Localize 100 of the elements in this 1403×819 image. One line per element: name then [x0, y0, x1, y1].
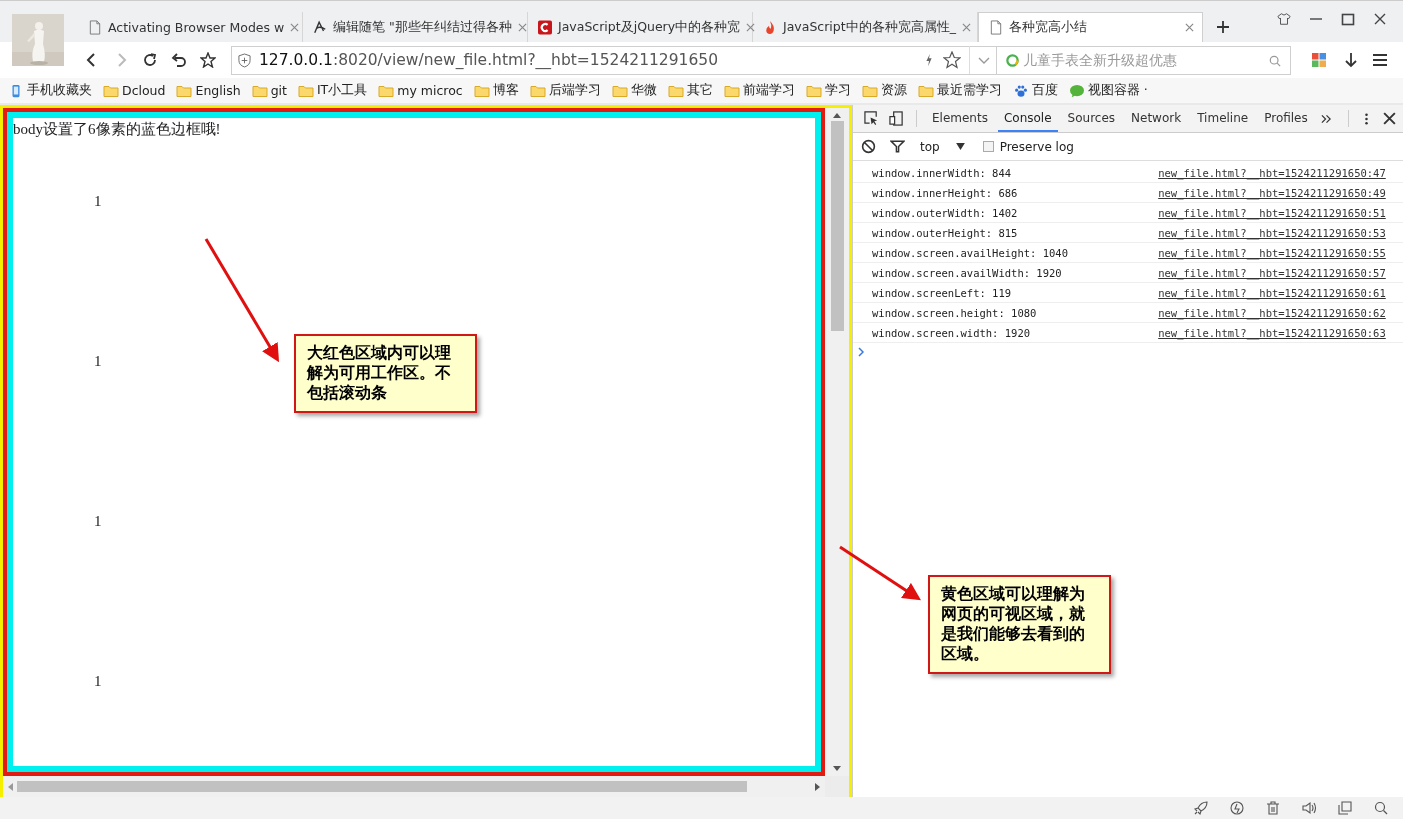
close-icon[interactable]: [1373, 12, 1387, 26]
devtools-tab[interactable]: Timeline: [1191, 105, 1255, 132]
bookmark[interactable]: IT小工具: [297, 82, 368, 99]
pen-icon: [313, 19, 327, 35]
preserve-log-checkbox[interactable]: Preserve log: [982, 139, 1074, 154]
bookmark[interactable]: Dcloud: [103, 83, 166, 98]
source-link[interactable]: new_file.html?__hbt=1524211291650:49: [1158, 186, 1386, 199]
inspect-icon[interactable]: [864, 111, 879, 126]
bookmark[interactable]: 最近需学习: [917, 82, 1002, 99]
devtools-tab[interactable]: Console: [997, 105, 1058, 132]
devtools-tab[interactable]: Sources: [1061, 105, 1122, 132]
bookmark[interactable]: 手机收藏夹: [8, 82, 92, 99]
page-heading: body设置了6像素的蓝色边框哦!: [13, 120, 221, 139]
more-tabs-icon[interactable]: [1320, 112, 1332, 125]
undo-icon[interactable]: [171, 52, 187, 68]
log-message: window.screen.availWidth: 1920: [872, 266, 1063, 279]
log-message: window.innerWidth: 844: [872, 166, 1013, 179]
flame-icon: [763, 19, 777, 35]
devtools-tab[interactable]: Profiles: [1258, 105, 1314, 132]
download-icon[interactable]: [1343, 52, 1359, 68]
source-link[interactable]: new_file.html?__hbt=1524211291650:62: [1158, 306, 1386, 319]
source-link[interactable]: new_file.html?__hbt=1524211291650:51: [1158, 206, 1386, 219]
source-link[interactable]: new_file.html?__hbt=1524211291650:57: [1158, 266, 1386, 279]
bookmark[interactable]: 视图容器 ·: [1068, 82, 1148, 99]
callout-note: 黄色区域可以理解为网页的可视区域，就是我们能够去看到的区域。: [928, 575, 1111, 674]
folder-icon: [805, 83, 822, 98]
scroll-right-icon[interactable]: [815, 782, 821, 791]
scroll-up-icon[interactable]: [833, 112, 841, 118]
source-link[interactable]: new_file.html?__hbt=1524211291650:61: [1158, 286, 1386, 299]
log-message: window.outerWidth: 1402: [872, 206, 1019, 219]
page-number: 1: [94, 513, 102, 530]
log-message: window.screenLeft: 119: [872, 286, 1013, 299]
bookmark[interactable]: English: [176, 83, 241, 98]
source-link[interactable]: new_file.html?__hbt=1524211291650:55: [1158, 246, 1386, 259]
star-icon[interactable]: [943, 51, 961, 69]
source-link[interactable]: new_file.html?__hbt=1524211291650:47: [1158, 166, 1386, 179]
bookmark[interactable]: 百度: [1012, 82, 1058, 99]
log-message: window.screen.height: 1080: [872, 306, 1038, 319]
shield-icon: [238, 52, 251, 68]
folder-icon: [378, 83, 395, 98]
folder-icon: [611, 83, 628, 98]
bookmark[interactable]: 前端学习: [723, 82, 795, 99]
shirt-icon[interactable]: [1277, 12, 1291, 26]
bookmark[interactable]: 资源: [861, 82, 907, 99]
checkbox[interactable]: [982, 141, 994, 152]
browser-tab[interactable]: 各种宽高小结: [978, 12, 1203, 42]
caret-icon: [955, 143, 965, 150]
bookmark[interactable]: my microc: [378, 83, 463, 98]
page-number: 1: [94, 193, 102, 210]
search-icon[interactable]: [1269, 53, 1281, 68]
folder-icon: [251, 83, 268, 98]
callout-note: 大红色区域内可以理解为可用工作区。不包括滚动条: [294, 334, 477, 413]
horizontal-scrollbar[interactable]: [3, 776, 825, 797]
page-icon: [88, 19, 102, 35]
address-field[interactable]: 127.0.0.1:8020/view/new_file.html?__hbt=1524211291650: [231, 45, 997, 75]
bookmark[interactable]: 华微: [611, 82, 657, 99]
source-link[interactable]: new_file.html?__hbt=1524211291650:53: [1158, 226, 1386, 239]
scroll-thumb[interactable]: [830, 121, 844, 331]
filter-icon[interactable]: [890, 139, 905, 154]
folder-icon: [297, 83, 314, 98]
menu-icon[interactable]: [1372, 52, 1388, 68]
folder-icon: [529, 83, 546, 98]
zoom-icon[interactable]: [1373, 800, 1389, 816]
bookmark[interactable]: 学习: [805, 82, 851, 99]
bookmark[interactable]: 博客: [473, 82, 519, 99]
rocket-icon[interactable]: [1193, 800, 1209, 816]
devtools-tab[interactable]: Network: [1125, 105, 1188, 132]
accelerate-icon[interactable]: [1229, 800, 1245, 816]
c-logo-icon: [538, 19, 552, 35]
chat-icon: [1068, 83, 1085, 98]
folder-icon: [723, 83, 740, 98]
bookmark[interactable]: git: [251, 83, 287, 98]
folder-icon: [473, 83, 490, 98]
star-icon[interactable]: [200, 52, 216, 68]
search-field[interactable]: 儿童手表全新升级超优惠: [997, 45, 1291, 75]
context-dropdown[interactable]: top: [920, 139, 965, 154]
folder-icon: [667, 83, 684, 98]
log-message: window.innerHeight: 686: [872, 186, 1019, 199]
close-icon[interactable]: [1381, 111, 1397, 126]
paw-icon: [1012, 83, 1029, 98]
bookmark[interactable]: 其它: [667, 82, 713, 99]
page-number: 1: [94, 353, 102, 370]
folder-icon: [176, 83, 193, 98]
apps-icon[interactable]: [1311, 52, 1327, 68]
prompt-icon[interactable]: [858, 347, 864, 357]
source-link[interactable]: new_file.html?__hbt=1524211291650:63: [1158, 326, 1386, 339]
vertical-scrollbar[interactable]: [825, 108, 849, 776]
reload-icon[interactable]: [142, 52, 158, 68]
device-icon[interactable]: [889, 111, 904, 126]
devtools-tab[interactable]: Elements: [926, 105, 994, 132]
bookmark[interactable]: 后端学习: [529, 82, 601, 99]
clear-icon[interactable]: [861, 139, 876, 154]
maximize-icon[interactable]: [1341, 12, 1355, 26]
new-tab-icon[interactable]: [1217, 21, 1229, 33]
trash-icon[interactable]: [1265, 800, 1281, 816]
scroll-down-icon[interactable]: [833, 766, 841, 772]
log-message: window.screen.width: 1920: [872, 326, 1032, 339]
scroll-thumb[interactable]: [17, 781, 747, 792]
speaker-icon[interactable]: [1301, 800, 1317, 816]
log-message: window.outerHeight: 815: [872, 226, 1019, 239]
